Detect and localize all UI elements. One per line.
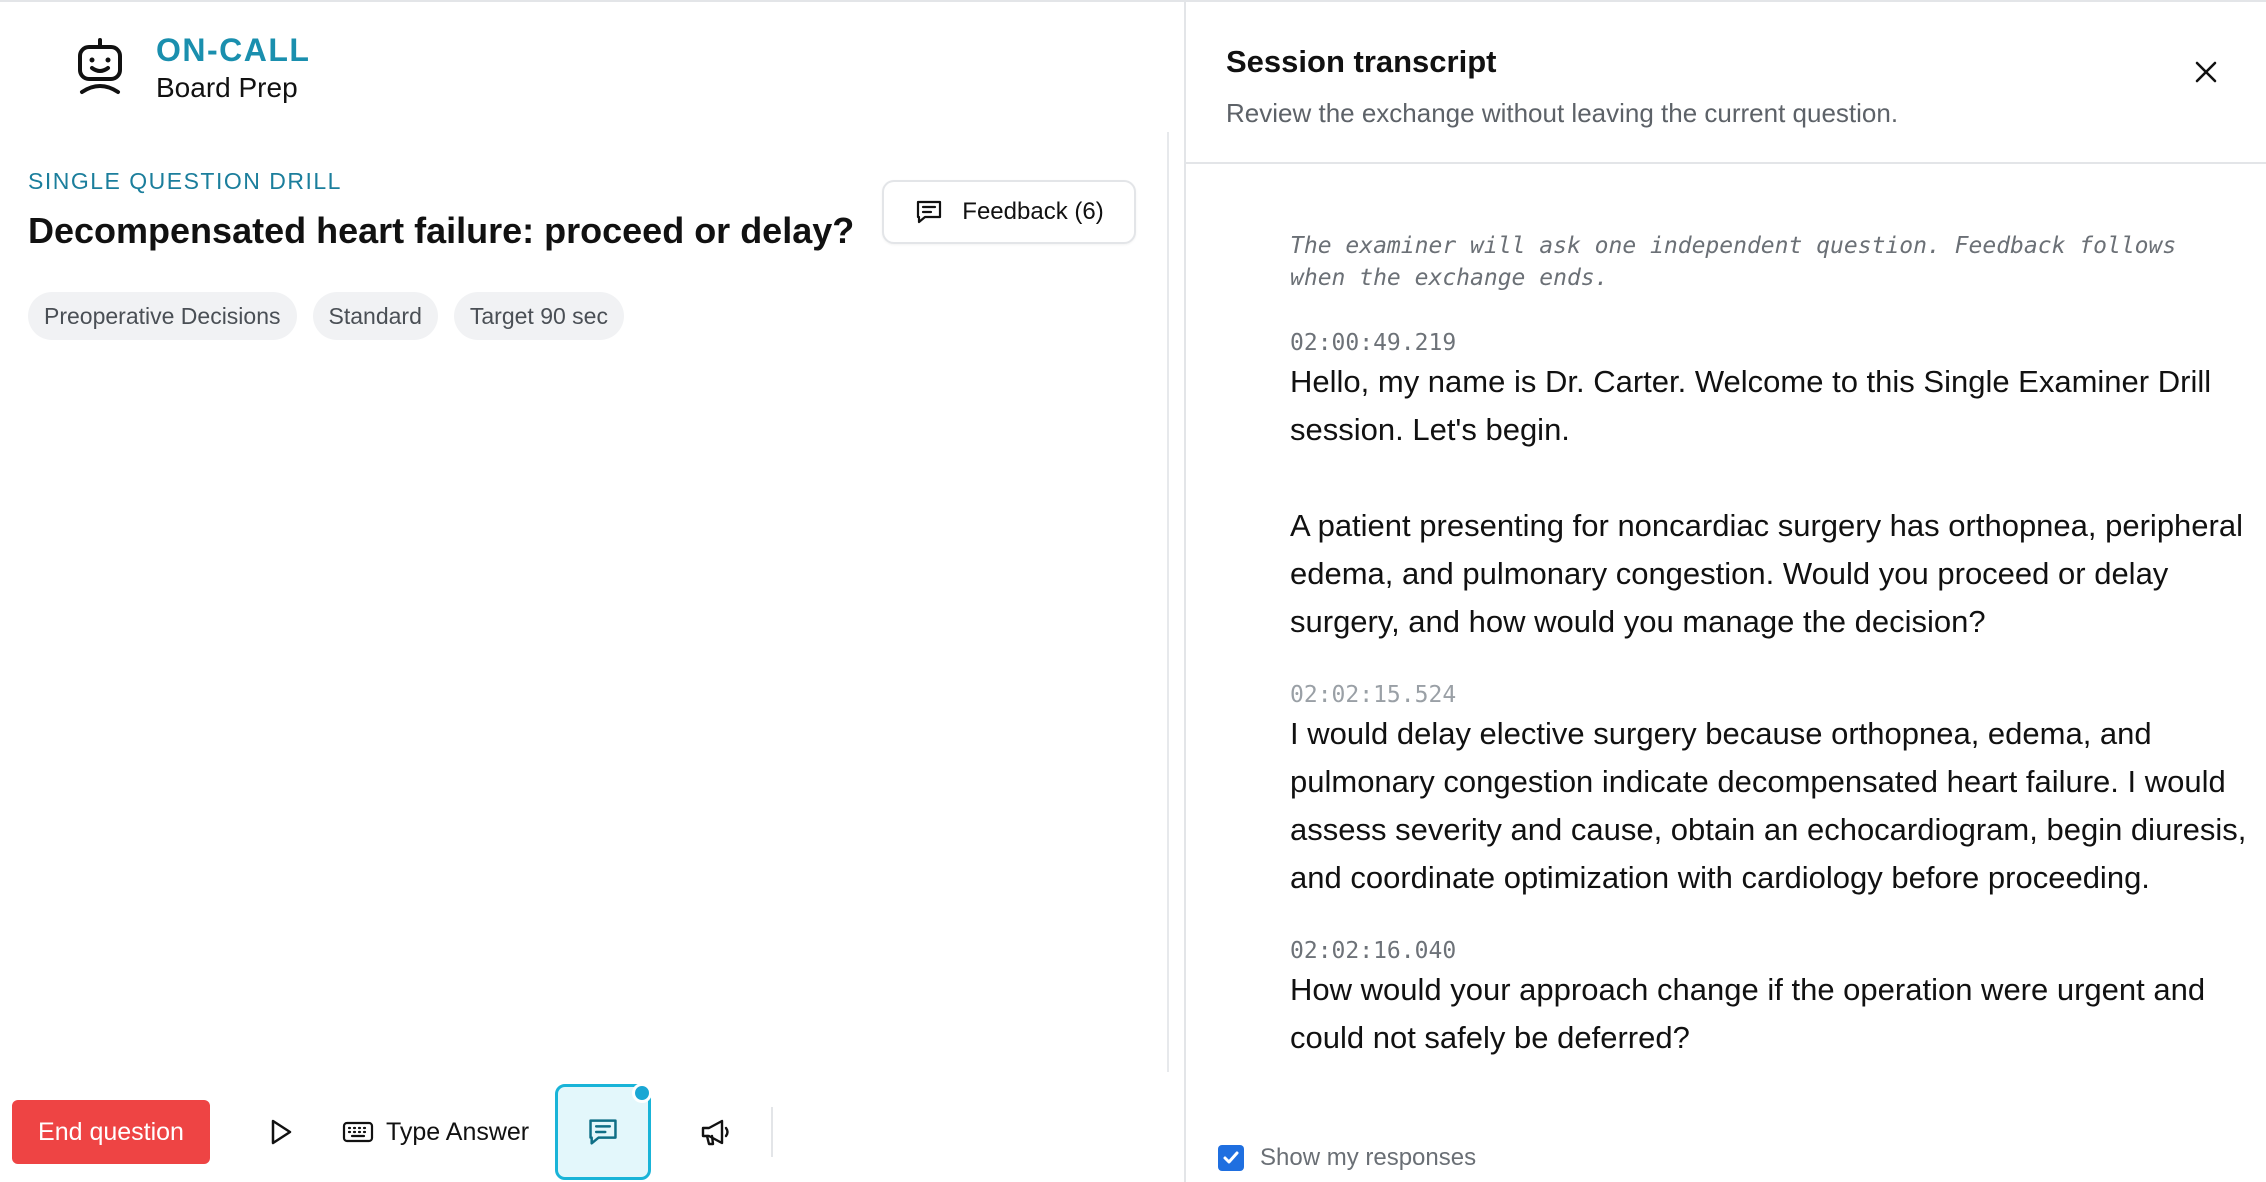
transcript-intro-note: The examiner will ask one independent qu… <box>1290 233 2177 291</box>
transcript-panel: Session transcript Review the exchange w… <box>1184 2 2266 1182</box>
brand-subtitle: Board Prep <box>156 72 298 103</box>
app-root: ON-CALL Board Prep SINGLE QUESTION DRILL… <box>0 0 2266 1182</box>
robot-face-icon <box>78 38 122 94</box>
megaphone-icon <box>701 1119 729 1146</box>
play-button[interactable] <box>250 1102 310 1162</box>
drill-mode-label: SINGLE QUESTION DRILL <box>28 168 342 194</box>
brand[interactable]: ON-CALL Board Prep <box>68 34 310 102</box>
show-responses-label: Show my responses <box>1260 1144 1477 1171</box>
close-panel-button[interactable] <box>2188 54 2224 90</box>
entry-timestamp: 02:00:49.219 <box>1290 330 1457 356</box>
feedback-button-label: Feedback (6) <box>962 198 1104 225</box>
entry-timestamp: 02:02:16.040 <box>1290 938 1457 964</box>
show-responses-checkbox[interactable] <box>1218 1145 1244 1171</box>
question-pane: ON-CALL Board Prep SINGLE QUESTION DRILL… <box>0 2 1184 1182</box>
check-icon <box>1223 1151 1239 1164</box>
brand-name: ON-CALL <box>156 32 311 68</box>
notification-dot <box>632 1083 653 1103</box>
transcript-panel-header: Session transcript Review the exchange w… <box>1186 2 2266 164</box>
tag-category: Preoperative Decisions <box>28 292 297 340</box>
question-tags: Preoperative Decisions Standard Target 9… <box>28 292 624 340</box>
question-title: Decompensated heart failure: proceed or … <box>28 210 855 251</box>
announce-button[interactable] <box>685 1102 745 1162</box>
message-lines-icon <box>589 1119 617 1145</box>
show-responses-toggle[interactable]: Show my responses <box>1218 1144 1476 1172</box>
entry-message: How would your approach change if the op… <box>1290 972 2206 1055</box>
tag-target-time: Target 90 sec <box>453 292 624 340</box>
transcript-panel-title: Session transcript <box>1226 44 1497 79</box>
transcript-entry: 02:00:49.219 Hello, my name is Dr. Carte… <box>1290 328 2250 646</box>
tag-difficulty: Standard <box>312 292 438 340</box>
end-question-button[interactable]: End question <box>12 1100 210 1164</box>
transcript-entry: 02:02:16.040 How would your approach cha… <box>1290 936 2250 1062</box>
type-answer-label: Type Answer <box>386 1117 530 1146</box>
transcript-toggle-button[interactable] <box>555 1083 653 1180</box>
keyboard-icon <box>342 1121 374 1143</box>
control-bar-separator <box>771 1107 774 1157</box>
type-answer-button[interactable]: Type Answer <box>342 1116 529 1148</box>
pane-divider <box>1167 132 1169 1072</box>
transcript-entry: 02:02:15.524 I would delay elective surg… <box>1290 680 2250 902</box>
control-bar: End question Type Answer <box>12 1083 774 1180</box>
transcript-panel-subtitle: Review the exchange without leaving the … <box>1226 98 1899 128</box>
feedback-button[interactable]: Feedback (6) <box>882 180 1136 244</box>
close-icon <box>2195 61 2217 83</box>
message-lines-icon <box>917 200 942 224</box>
entry-message: I would delay elective surgery because o… <box>1290 716 2247 895</box>
entry-timestamp: 02:02:15.524 <box>1290 682 1457 708</box>
play-icon <box>271 1119 292 1145</box>
transcript-scroll-area[interactable]: The examiner will ask one independent qu… <box>1290 166 2250 1096</box>
entry-message: Hello, my name is Dr. Carter. Welcome to… <box>1290 364 2243 639</box>
